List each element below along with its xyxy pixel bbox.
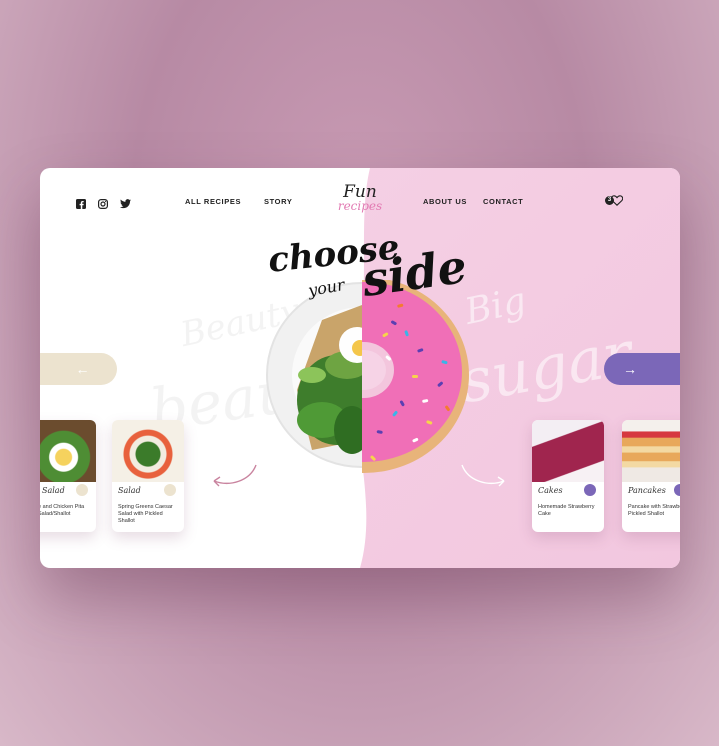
recipe-tag: Salad [118, 486, 141, 495]
site-logo[interactable]: Fun recipes [330, 184, 390, 228]
logo-line1: Fun [343, 182, 377, 202]
recipe-dot [584, 484, 596, 496]
headline: choose your side [266, 226, 470, 316]
recipe-title: Pancake with Strawberry Pickled Shallot [628, 504, 680, 517]
hero-card: Beauty beauty Big sugar ALL RECIPES STOR… [40, 168, 680, 568]
recipe-photo [532, 420, 604, 482]
recipe-card[interactable]: Pancakes Pancake with Strawberry Pickled… [622, 420, 680, 532]
recipe-card[interactable]: Salad e and Chicken Pita Salad/Shallot [40, 420, 96, 532]
recipe-title: Homemade Strawberry Cake [538, 504, 595, 517]
favorites-button[interactable]: 3 [605, 194, 625, 208]
recipe-photo [622, 420, 680, 482]
recipe-dot [674, 484, 680, 496]
nav-all-recipes[interactable]: ALL RECIPES [185, 197, 241, 206]
recipe-card[interactable]: Salad Spring Greens Caesar Salad with Pi… [112, 420, 184, 532]
prev-healthy-button[interactable]: ← [40, 353, 117, 385]
logo-line2: recipes [337, 199, 383, 213]
instagram-icon[interactable] [98, 196, 109, 210]
nav-about-us[interactable]: ABOUT US [423, 197, 467, 206]
recipe-dot [76, 484, 88, 496]
nav-contact[interactable]: CONTACT [483, 197, 523, 206]
social-links [76, 196, 131, 210]
headline-your: your [306, 274, 346, 301]
facebook-icon[interactable] [76, 196, 86, 209]
recipe-photo [112, 420, 184, 482]
curved-arrow-left-icon [213, 464, 257, 487]
recipe-title: e and Chicken Pita Salad/Shallot [40, 504, 85, 517]
recipe-tag: Pancakes [628, 486, 666, 495]
nav-story[interactable]: STORY [264, 197, 292, 206]
arrow-left-icon: ← [75, 361, 90, 377]
next-sweet-button[interactable]: → [604, 353, 680, 385]
recipe-tag: Cakes [538, 486, 563, 495]
curved-arrow-right-icon [461, 464, 505, 487]
recipe-photo [40, 420, 96, 482]
recipe-title: Spring Greens Caesar Salad with Pickled … [118, 504, 173, 524]
arrow-right-icon: → [623, 361, 637, 377]
recipe-dot [164, 484, 176, 496]
recipe-card[interactable]: Cakes Homemade Strawberry Cake [532, 420, 604, 532]
twitter-icon[interactable] [120, 196, 131, 209]
recipe-tag: Salad [42, 486, 65, 495]
heart-icon [611, 195, 623, 206]
